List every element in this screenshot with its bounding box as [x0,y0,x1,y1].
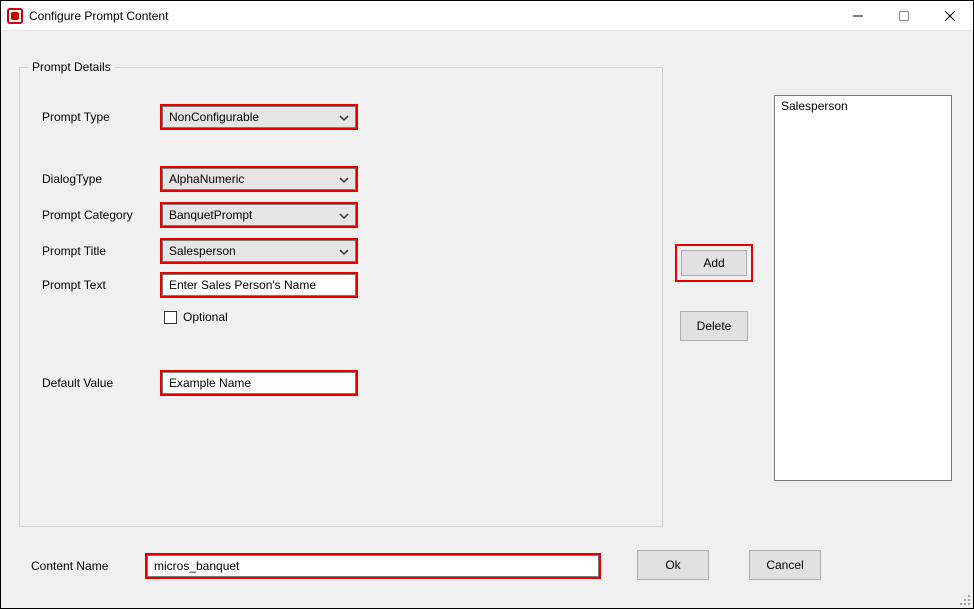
configure-prompt-window: Configure Prompt Content Prompt Details … [0,0,974,609]
content-name-label: Content Name [31,559,147,573]
window-title: Configure Prompt Content [29,9,168,23]
prompt-category-combo[interactable]: BanquetPrompt [162,204,356,226]
dialog-type-combo[interactable]: AlphaNumeric [162,168,356,190]
prompt-title-value: Salesperson [169,244,236,258]
content-name-row: Content Name micros_banquet [31,555,599,577]
app-icon [7,8,23,24]
default-value-value: Example Name [169,376,251,390]
add-button-highlight: Add [677,246,751,280]
content-name-input[interactable]: micros_banquet [147,555,599,577]
default-value-label: Default Value [42,376,162,390]
resize-grip-icon[interactable] [957,592,971,606]
chevron-down-icon [339,246,349,256]
chevron-down-icon [339,174,349,184]
default-value-input[interactable]: Example Name [162,372,356,394]
prompts-listbox[interactable]: Salesperson [774,95,952,481]
dialog-type-value: AlphaNumeric [169,172,244,186]
window-controls [835,1,973,30]
prompt-type-label: Prompt Type [42,110,162,124]
ok-button[interactable]: Ok [637,550,709,580]
chevron-down-icon [339,210,349,220]
prompt-text-input[interactable]: Enter Sales Person's Name [162,274,356,296]
prompt-title-combo[interactable]: Salesperson [162,240,356,262]
dialog-type-label: DialogType [42,172,162,186]
optional-checkbox[interactable] [164,311,177,324]
close-button[interactable] [927,1,973,30]
prompt-type-combo[interactable]: NonConfigurable [162,106,356,128]
prompt-category-label: Prompt Category [42,208,162,222]
prompt-details-group: Prompt Details Prompt Type NonConfigurab… [19,67,663,527]
list-item[interactable]: Salesperson [775,96,951,116]
content-name-value: micros_banquet [154,559,239,573]
chevron-down-icon [339,112,349,122]
maximize-button[interactable] [881,1,927,30]
prompt-title-label: Prompt Title [42,244,162,258]
client-area: Prompt Details Prompt Type NonConfigurab… [1,31,973,608]
prompt-type-value: NonConfigurable [169,110,259,124]
cancel-button[interactable]: Cancel [749,550,821,580]
delete-button[interactable]: Delete [680,311,748,341]
optional-label: Optional [183,310,228,324]
prompt-text-value: Enter Sales Person's Name [169,278,316,292]
group-legend: Prompt Details [28,60,115,74]
prompt-category-value: BanquetPrompt [169,208,252,222]
prompt-text-label: Prompt Text [42,278,162,292]
add-button[interactable]: Add [681,250,747,276]
minimize-button[interactable] [835,1,881,30]
titlebar: Configure Prompt Content [1,1,973,31]
